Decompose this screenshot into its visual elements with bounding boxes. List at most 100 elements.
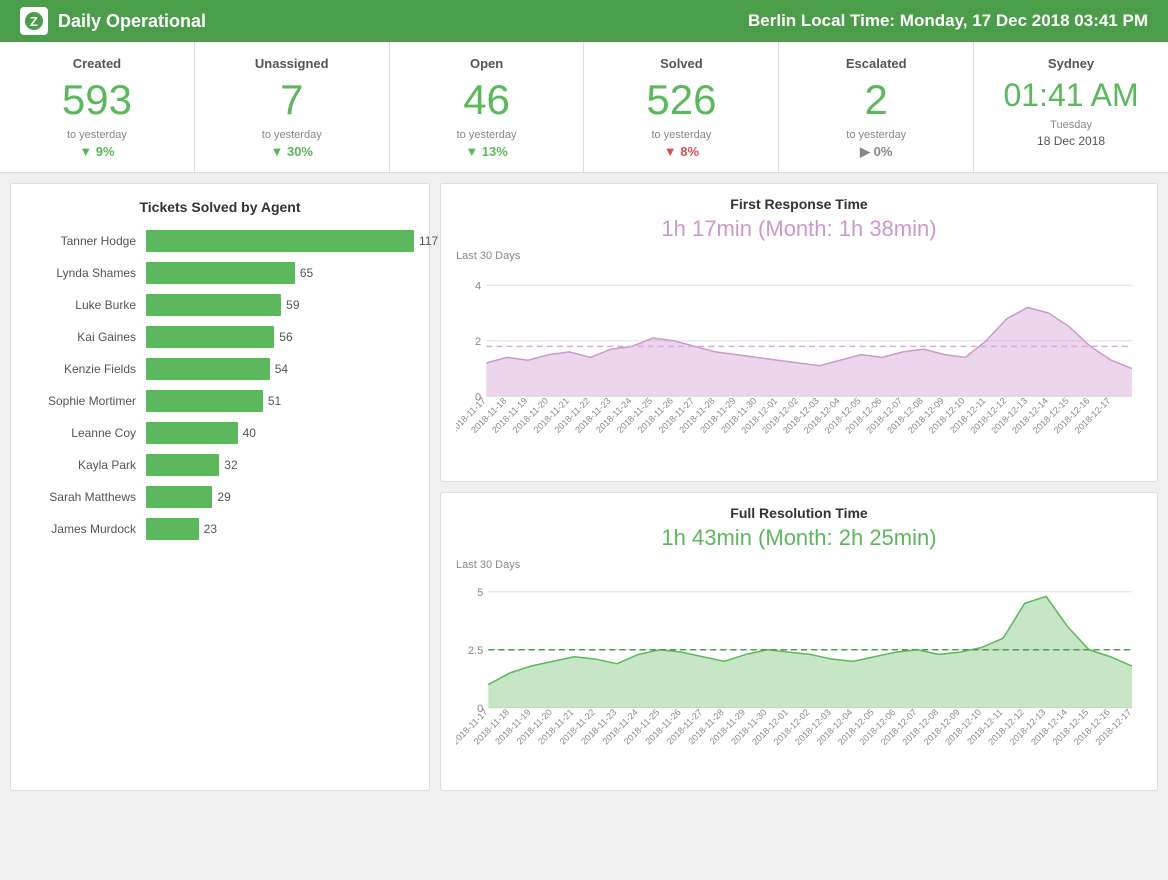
bar-label: Luke Burke <box>26 298 146 312</box>
bar-row: Tanner Hodge117 <box>26 230 414 252</box>
bar-value: 40 <box>243 426 439 440</box>
bar-label: Sophie Mortimer <box>26 394 146 408</box>
bar-chart-title: Tickets Solved by Agent <box>26 199 414 215</box>
bar-fill <box>146 294 281 316</box>
stats-row: Created 593 to yesterday ▼ 9% Unassigned… <box>0 42 1168 173</box>
bar-value: 29 <box>217 490 439 504</box>
stat-unassigned-sub: to yesterday <box>205 129 379 141</box>
bar-label: Tanner Hodge <box>26 234 146 248</box>
bar-fill <box>146 486 212 508</box>
full-resolution-chart-svg: 02.552018-11-172018-11-182018-11-192018-… <box>456 575 1142 780</box>
main-content: Tickets Solved by Agent Tanner Hodge117L… <box>0 173 1168 801</box>
header-datetime: Berlin Local Time: Monday, 17 Dec 2018 0… <box>748 11 1148 31</box>
first-response-metric: 1h 17min (Month: 1h 38min) <box>456 216 1142 242</box>
stat-unassigned: Unassigned 7 to yesterday ▼ 30% <box>195 42 390 172</box>
stat-sydney: Sydney 01:41 AM Tuesday 18 Dec 2018 <box>974 42 1168 172</box>
header: Z Daily Operational Berlin Local Time: M… <box>0 0 1168 42</box>
stat-open: Open 46 to yesterday ▼ 13% <box>390 42 585 172</box>
bar-row: Leanne Coy40 <box>26 422 414 444</box>
first-response-chart-svg: 0242018-11-172018-11-182018-11-192018-11… <box>456 266 1142 471</box>
app-logo: Z <box>20 7 48 35</box>
bar-value: 59 <box>286 298 439 312</box>
bar-fill <box>146 390 263 412</box>
stat-solved-pct: ▼ 8% <box>594 144 768 159</box>
bar-value: 23 <box>204 522 439 536</box>
stat-created-sub: to yesterday <box>10 129 184 141</box>
svg-text:Z: Z <box>30 14 38 29</box>
bar-fill <box>146 358 270 380</box>
bar-row: Sophie Mortimer51 <box>26 390 414 412</box>
bar-row: James Murdock23 <box>26 518 414 540</box>
stat-unassigned-value: 7 <box>205 79 379 121</box>
stat-escalated-pct: ▶ 0% <box>789 144 963 160</box>
stat-solved-value: 526 <box>594 79 768 121</box>
bar-label: Kai Gaines <box>26 330 146 344</box>
bar-container: 59 <box>146 294 414 316</box>
bar-container: 51 <box>146 390 414 412</box>
full-resolution-card: Full Resolution Time 1h 43min (Month: 2h… <box>440 492 1158 791</box>
stat-unassigned-label: Unassigned <box>205 56 379 71</box>
bar-container: 117 <box>146 230 414 252</box>
bar-label: James Murdock <box>26 522 146 536</box>
stat-sydney-time: 01:41 AM <box>984 79 1158 111</box>
svg-text:2.5: 2.5 <box>468 645 483 657</box>
stat-escalated-value: 2 <box>789 79 963 121</box>
full-resolution-sublabel: Last 30 Days <box>456 559 1142 571</box>
bar-chart-panel: Tickets Solved by Agent Tanner Hodge117L… <box>10 183 430 791</box>
right-panel: First Response Time 1h 17min (Month: 1h … <box>440 183 1158 791</box>
stat-sydney-day: Tuesday <box>984 119 1158 131</box>
bar-fill <box>146 230 414 252</box>
stat-open-pct: ▼ 13% <box>400 144 574 159</box>
bar-container: 29 <box>146 486 414 508</box>
stat-created: Created 593 to yesterday ▼ 9% <box>0 42 195 172</box>
stat-sydney-date: 18 Dec 2018 <box>984 134 1158 148</box>
bar-row: Kayla Park32 <box>26 454 414 476</box>
bar-fill <box>146 454 219 476</box>
bar-row: Luke Burke59 <box>26 294 414 316</box>
bar-row: Lynda Shames65 <box>26 262 414 284</box>
bar-row: Kai Gaines56 <box>26 326 414 348</box>
stat-open-sub: to yesterday <box>400 129 574 141</box>
first-response-sublabel: Last 30 Days <box>456 250 1142 262</box>
stat-open-value: 46 <box>400 79 574 121</box>
stat-created-pct: ▼ 9% <box>10 144 184 159</box>
bar-container: 56 <box>146 326 414 348</box>
bar-fill <box>146 518 199 540</box>
bar-label: Leanne Coy <box>26 426 146 440</box>
stat-unassigned-pct: ▼ 30% <box>205 144 379 159</box>
svg-text:2: 2 <box>475 336 481 348</box>
stat-solved-sub: to yesterday <box>594 129 768 141</box>
bar-row: Kenzie Fields54 <box>26 358 414 380</box>
svg-text:4: 4 <box>475 280 481 292</box>
app-title: Daily Operational <box>58 11 206 32</box>
stat-solved-label: Solved <box>594 56 768 71</box>
full-resolution-metric: 1h 43min (Month: 2h 25min) <box>456 525 1142 551</box>
stat-escalated: Escalated 2 to yesterday ▶ 0% <box>779 42 974 172</box>
bar-container: 65 <box>146 262 414 284</box>
bar-container: 32 <box>146 454 414 476</box>
bar-row: Sarah Matthews29 <box>26 486 414 508</box>
first-response-title: First Response Time <box>456 196 1142 212</box>
bar-value: 54 <box>275 362 439 376</box>
bar-value: 56 <box>279 330 439 344</box>
header-left: Z Daily Operational <box>20 7 206 35</box>
full-resolution-title: Full Resolution Time <box>456 505 1142 521</box>
bar-container: 40 <box>146 422 414 444</box>
bar-container: 54 <box>146 358 414 380</box>
bar-label: Sarah Matthews <box>26 490 146 504</box>
bar-fill <box>146 262 295 284</box>
stat-created-label: Created <box>10 56 184 71</box>
bar-value: 32 <box>224 458 439 472</box>
bar-fill <box>146 422 238 444</box>
stat-solved: Solved 526 to yesterday ▼ 8% <box>584 42 779 172</box>
bar-fill <box>146 326 274 348</box>
bar-label: Lynda Shames <box>26 266 146 280</box>
stat-open-label: Open <box>400 56 574 71</box>
bar-value: 51 <box>268 394 439 408</box>
stat-escalated-sub: to yesterday <box>789 129 963 141</box>
svg-text:5: 5 <box>477 587 483 599</box>
bar-label: Kayla Park <box>26 458 146 472</box>
bar-value: 117 <box>419 234 439 248</box>
stat-escalated-label: Escalated <box>789 56 963 71</box>
stat-sydney-label: Sydney <box>984 56 1158 71</box>
